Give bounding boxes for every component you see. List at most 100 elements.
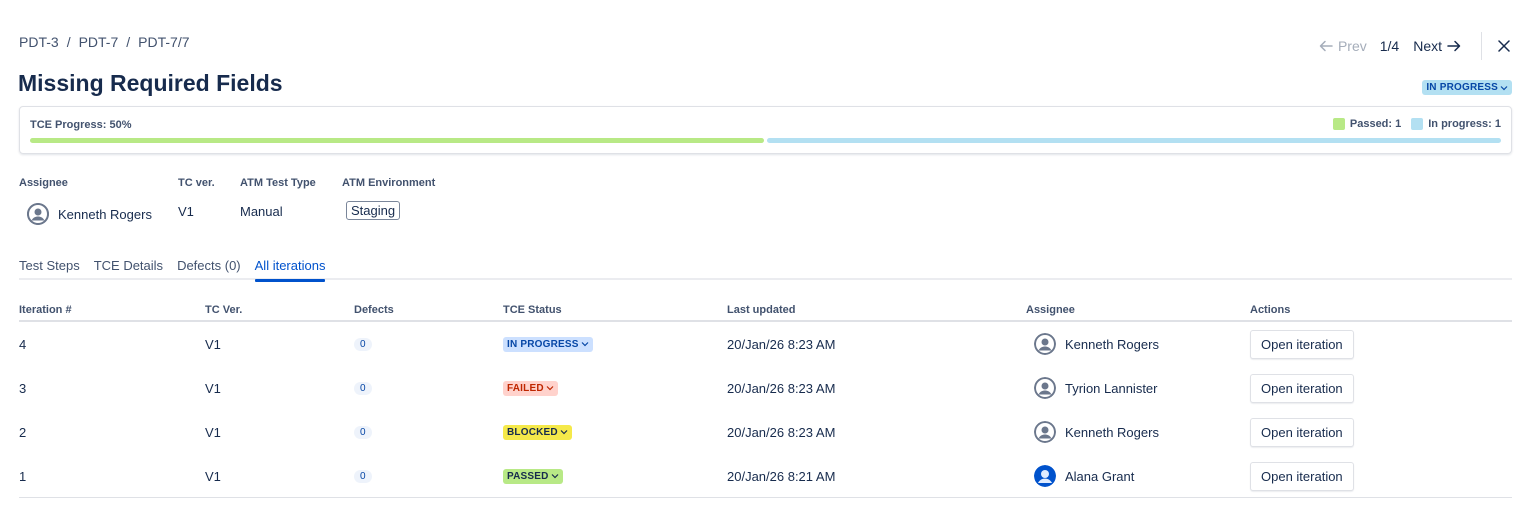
close-icon [1498,40,1510,52]
cell-iteration: 3 [19,380,27,396]
cell-status[interactable]: FAILED [503,366,558,410]
defects-count-badge: 0 [354,337,372,351]
breadcrumb-item-test-case[interactable]: PDT-7 [79,34,119,50]
cell-last-updated: 20/Jan/26 8:23 AM [727,336,836,352]
pager-divider [1481,32,1482,60]
progress-label: TCE Progress: 50% [30,119,132,131]
user-avatar-icon [1034,465,1056,487]
legend-swatch-in-progress [1411,118,1424,130]
status-lozenge[interactable]: PASSED [503,468,563,484]
table-header: Iteration # TC Ver. Defects TCE Status L… [19,302,1512,322]
cell-last-updated: 20/Jan/26 8:21 AM [727,468,836,484]
cell-tc-ver: V1 [205,336,221,352]
cell-tc-ver: V1 [205,424,221,440]
status-lozenge[interactable]: BLOCKED [503,424,572,440]
chevron-down-icon [560,430,568,435]
breadcrumb-item-parent[interactable]: PDT-3 [19,34,59,50]
progress-legend: Passed: 1 In progress: 1 [1323,118,1501,130]
header-defects: Defects [354,304,394,316]
cell-actions: Open iteration [1250,366,1354,410]
open-iteration-button[interactable]: Open iteration [1250,461,1354,491]
cell-defects: 0 [354,454,372,498]
tab-defects[interactable]: Defects (0) [177,258,241,280]
table-row: 2 V1 0 BLOCKED 20/Jan/26 8:23 AM Kenneth Roge… [19,410,1512,454]
legend-swatch-passed [1332,118,1345,130]
cell-status[interactable]: PASSED [503,454,563,498]
legend-label-in-progress: In progress: 1 [1428,118,1501,130]
header-tc-ver: TC Ver. [205,304,243,316]
tab-all-iterations[interactable]: All iterations [254,258,325,282]
cell-actions: Open iteration [1250,322,1354,366]
progress-segment [767,138,1501,143]
environment-tag: Staging [346,201,401,220]
status-lozenge[interactable]: IN PROGRESS [503,336,593,352]
pager-count: 1/4 [1379,38,1400,54]
defects-count-badge: 0 [354,425,372,439]
tc-ver-value: V1 [178,204,194,219]
status-label: PASSED [507,470,549,482]
header-status-dropdown[interactable]: IN PROGRESS [1422,77,1512,95]
pager: Prev 1/4 Next [1319,32,1512,60]
open-iteration-button[interactable]: Open iteration [1250,329,1354,359]
tab-tce-details[interactable]: TCE Details [94,258,163,280]
cell-iteration: 4 [19,336,27,352]
cell-assignee: Kenneth Rogers [1034,410,1159,454]
open-iteration-button[interactable]: Open iteration [1250,373,1354,403]
cell-actions: Open iteration [1250,410,1354,454]
tab-test-steps[interactable]: Test Steps [19,258,80,280]
assignee-label: Assignee [19,177,68,189]
cell-status[interactable]: IN PROGRESS [503,322,593,366]
legend-label-passed: Passed: 1 [1349,118,1402,130]
field-assignee: Assignee Kenneth Rogers [19,177,152,225]
next-label: Next [1413,38,1442,54]
cell-iteration: 2 [19,424,27,440]
breadcrumb-separator: / [126,34,131,50]
cell-last-updated: 20/Jan/26 8:23 AM [727,380,836,396]
status-label: IN PROGRESS [507,338,579,350]
header-last-updated: Last updated [727,304,796,316]
status-label: BLOCKED [507,426,558,438]
assignee-name: Alana Grant [1065,468,1135,484]
defects-count-badge: 0 [354,469,372,483]
header-iteration: Iteration # [19,304,72,316]
cell-last-updated: 20/Jan/26 8:23 AM [727,424,836,440]
chevron-down-icon [551,474,559,479]
next-button[interactable]: Next [1413,38,1461,54]
arrow-right-icon [1447,40,1461,52]
status-label: FAILED [507,382,544,394]
header-assignee: Assignee [1026,304,1075,316]
cell-actions: Open iteration [1250,454,1354,498]
legend-item-passed: Passed: 1 [1332,118,1402,130]
assignee-name: Kenneth Rogers [1065,336,1159,352]
iterations-table: Iteration # TC Ver. Defects TCE Status L… [19,302,1512,498]
table-row: 1 V1 0 PASSED 20/Jan/26 8:21 AM Alana Grant Op… [19,454,1512,498]
cell-status[interactable]: BLOCKED [503,410,572,454]
prev-label: Prev [1337,38,1367,54]
close-button[interactable] [1496,38,1512,54]
cell-iteration: 1 [19,468,27,484]
cell-tc-ver: V1 [205,380,221,396]
cell-defects: 0 [354,322,372,366]
status-lozenge[interactable]: FAILED [503,380,558,396]
open-iteration-button[interactable]: Open iteration [1250,417,1354,447]
assignee-name: Kenneth Rogers [1065,424,1159,440]
cell-assignee: Kenneth Rogers [1034,322,1159,366]
legend-item-in-progress: In progress: 1 [1411,118,1501,130]
progress-segment [30,138,764,143]
user-avatar-icon [27,203,49,225]
table-row: 3 V1 0 FAILED 20/Jan/26 8:23 AM Tyrion Lannis… [19,366,1512,410]
status-label: IN PROGRESS [1426,82,1498,93]
breadcrumb: PDT-3 / PDT-7 / PDT-7/7 [19,34,190,50]
progress-bar [30,138,1501,143]
field-test-type: ATM Test Type Manual [240,177,316,219]
cell-assignee: Tyrion Lannister [1034,366,1158,410]
prev-button[interactable]: Prev [1319,38,1367,54]
cell-assignee: Alana Grant [1034,454,1134,498]
breadcrumb-item-current[interactable]: PDT-7/7 [138,34,189,50]
assignee-name: Kenneth Rogers [58,206,152,222]
table-row: 4 V1 0 IN PROGRESS 20/Jan/26 8:23 AM Kenneth … [19,322,1512,366]
assignee-value[interactable]: Kenneth Rogers [27,203,152,225]
defects-count-badge: 0 [354,381,372,395]
test-type-value: Manual [240,204,283,219]
field-environment: ATM Environment Staging [342,177,435,220]
